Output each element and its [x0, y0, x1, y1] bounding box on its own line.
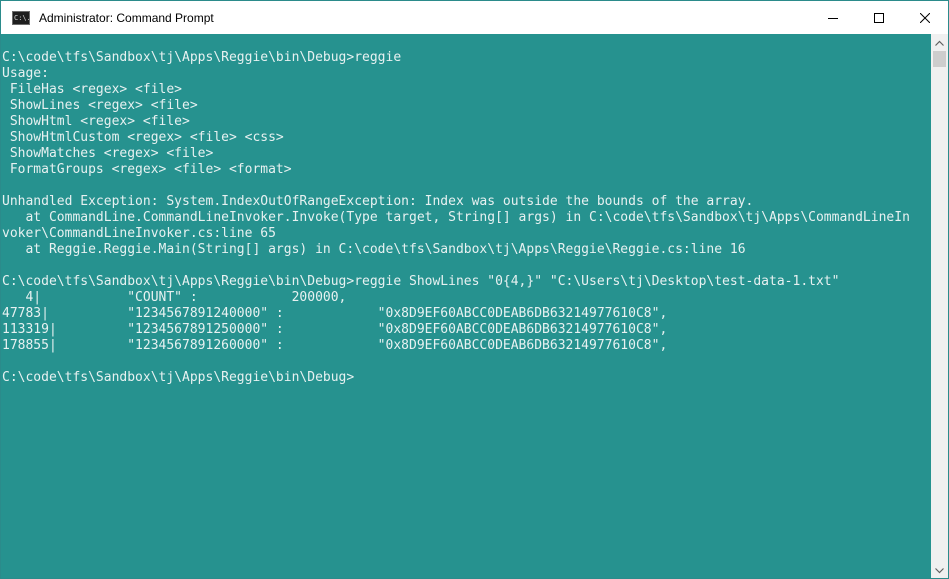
console-text: C:\code\tfs\Sandbox\tj\Apps\Reggie\bin\D… — [2, 50, 932, 386]
window-title: Administrator: Command Prompt — [39, 10, 214, 25]
console-line: 4| "COUNT" : 200000, — [2, 290, 347, 305]
vertical-scrollbar[interactable] — [931, 34, 948, 578]
console-line: ShowLines <regex> <file> — [2, 98, 198, 113]
maximize-button[interactable] — [856, 1, 902, 34]
console-line: Usage: — [2, 66, 49, 81]
title-bar[interactable]: C:\. Administrator: Command Prompt — [1, 1, 948, 34]
scroll-down-button[interactable] — [931, 562, 948, 578]
console-line: at CommandLine.CommandLineInvoker.Invoke… — [2, 210, 910, 225]
minimize-icon — [828, 17, 838, 19]
console-line: 113319| "1234567891250000" : "0x8D9EF60A… — [2, 322, 668, 337]
chevron-up-icon — [935, 40, 944, 46]
close-button[interactable] — [902, 1, 948, 34]
console-line: FormatGroups <regex> <file> <format> — [2, 162, 292, 177]
scrollbar-thumb[interactable] — [933, 51, 946, 67]
console-line: FileHas <regex> <file> — [2, 82, 183, 97]
maximize-icon — [874, 12, 884, 23]
console-output-area[interactable]: C:\code\tfs\Sandbox\tj\Apps\Reggie\bin\D… — [1, 34, 932, 578]
command-prompt-window: C:\. Administrator: Command Prompt C:\co… — [0, 0, 949, 579]
chevron-down-icon — [935, 567, 944, 573]
scroll-up-button[interactable] — [931, 34, 948, 51]
console-line: ShowHtml <regex> <file> — [2, 114, 190, 129]
console-line: at Reggie.Reggie.Main(String[] args) in … — [2, 242, 746, 257]
command-prompt-icon[interactable]: C:\. — [12, 10, 30, 25]
console-line: voker\CommandLineInvoker.cs:line 65 — [2, 226, 276, 241]
minimize-button[interactable] — [810, 1, 856, 34]
console-line: ShowMatches <regex> <file> — [2, 146, 214, 161]
console-line: C:\code\tfs\Sandbox\tj\Apps\Reggie\bin\D… — [2, 274, 840, 289]
console-line: 47783| "1234567891240000" : "0x8D9EF60AB… — [2, 306, 668, 321]
console-line: 178855| "1234567891260000" : "0x8D9EF60A… — [2, 338, 668, 353]
console-line: ShowHtmlCustom <regex> <file> <css> — [2, 130, 284, 145]
console-line: C:\code\tfs\Sandbox\tj\Apps\Reggie\bin\D… — [2, 370, 355, 385]
close-icon — [920, 12, 930, 23]
console-line: C:\code\tfs\Sandbox\tj\Apps\Reggie\bin\D… — [2, 50, 402, 65]
console-line: Unhandled Exception: System.IndexOutOfRa… — [2, 194, 754, 209]
